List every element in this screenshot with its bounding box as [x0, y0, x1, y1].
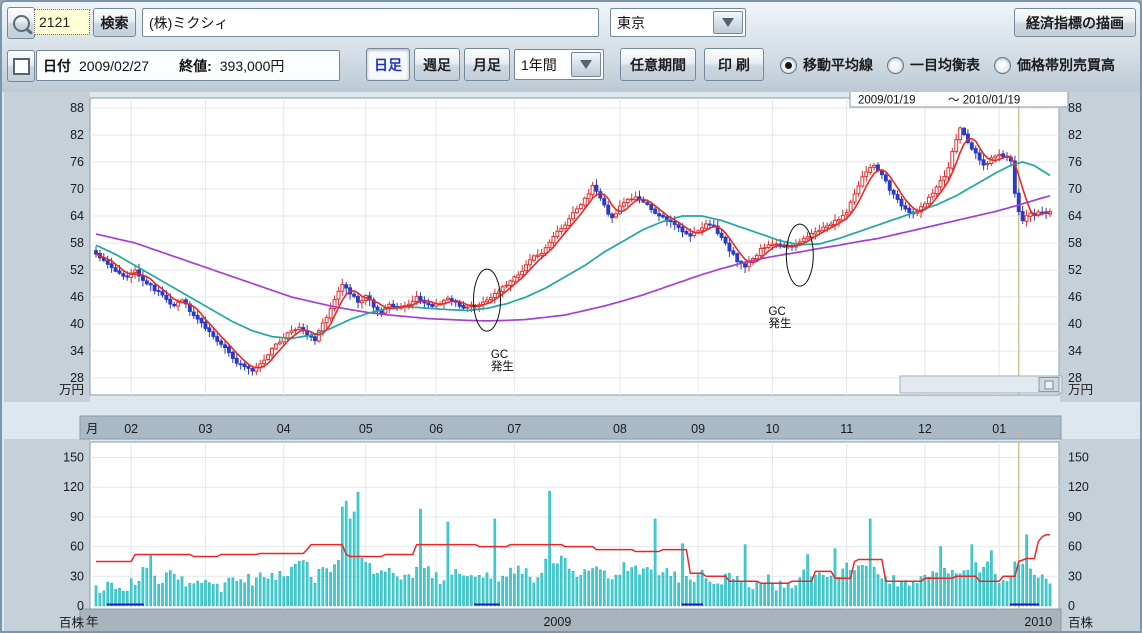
date-value: 2009/02/27 — [79, 58, 149, 74]
svg-text:90: 90 — [70, 510, 84, 524]
custom-period-button[interactable]: 任意期間 — [620, 48, 696, 81]
company-name-input[interactable] — [149, 15, 592, 31]
svg-text:05: 05 — [359, 422, 373, 436]
toolbar: 検索 東京 経済指標の描画 日付 2009/02/27 終値: 393,000円… — [2, 2, 1140, 93]
range-selected-value: 1年間 — [521, 55, 557, 75]
close-label: 終値: — [179, 56, 212, 76]
chevron-down-icon — [580, 60, 592, 69]
radio-moving-average[interactable] — [780, 57, 797, 74]
svg-text:52: 52 — [70, 263, 84, 277]
print-button[interactable]: 印 刷 — [704, 48, 764, 81]
svg-text:88: 88 — [70, 101, 84, 115]
market-selected-value: 東京 — [617, 13, 645, 33]
draw-econ-indicator-button[interactable]: 経済指標の描画 — [1014, 8, 1136, 37]
svg-text:58: 58 — [1068, 236, 1082, 250]
svg-text:～ 2010/01/19: ～ 2010/01/19 — [948, 95, 1020, 107]
svg-text:40: 40 — [1068, 317, 1082, 331]
svg-text:76: 76 — [1068, 155, 1082, 169]
svg-text:04: 04 — [277, 422, 291, 436]
svg-text:2009: 2009 — [543, 615, 571, 629]
quote-info-panel: 日付 2009/02/27 終値: 393,000円 — [36, 50, 340, 81]
svg-text:0: 0 — [77, 599, 84, 613]
svg-text:月: 月 — [86, 422, 99, 436]
square-icon — [13, 58, 30, 75]
svg-text:01: 01 — [992, 422, 1006, 436]
svg-text:百株: 百株 — [1068, 615, 1094, 630]
search-icon-button[interactable] — [7, 7, 35, 39]
svg-text:64: 64 — [1068, 209, 1082, 223]
chart-canvas[interactable]: GC発生GC発生2009/01/19～ 2010/01/198888828276… — [2, 92, 1140, 631]
svg-text:34: 34 — [70, 344, 84, 358]
close-value: 393,000円 — [220, 56, 285, 76]
radio-price-band-volume-label: 価格帯別売買高 — [1017, 55, 1115, 75]
svg-text:70: 70 — [1068, 182, 1082, 196]
svg-text:46: 46 — [70, 290, 84, 304]
radio-moving-average-label: 移動平均線 — [803, 55, 873, 75]
svg-text:発生: 発生 — [769, 316, 792, 330]
svg-text:12: 12 — [918, 422, 932, 436]
period-monthly-button[interactable]: 月足 — [464, 48, 510, 81]
svg-text:10: 10 — [765, 422, 779, 436]
window-mode-button[interactable] — [7, 50, 35, 82]
search-button[interactable]: 検索 — [93, 8, 136, 37]
chevron-down-icon — [722, 18, 734, 27]
svg-text:120: 120 — [1068, 480, 1089, 494]
stock-code-input[interactable] — [34, 9, 90, 35]
svg-text:年: 年 — [86, 615, 99, 629]
range-dropdown-button[interactable] — [571, 52, 601, 77]
stock-chart-window: 検索 東京 経済指標の描画 日付 2009/02/27 終値: 393,000円… — [0, 0, 1142, 633]
svg-text:07: 07 — [507, 422, 521, 436]
market-select[interactable]: 東京 — [610, 8, 746, 37]
svg-text:03: 03 — [199, 422, 213, 436]
svg-text:150: 150 — [63, 451, 84, 465]
date-range-box: 2009/01/19 ～ 2010/01/19 — [850, 92, 1068, 107]
market-dropdown-button[interactable] — [713, 11, 743, 34]
svg-text:11: 11 — [840, 422, 853, 436]
svg-text:120: 120 — [63, 480, 84, 494]
radio-ichimoku-label: 一目均衡表 — [910, 55, 980, 75]
company-name-field[interactable] — [142, 8, 599, 37]
svg-text:52: 52 — [1068, 263, 1082, 277]
svg-text:40: 40 — [70, 317, 84, 331]
svg-text:万円: 万円 — [1068, 383, 1093, 397]
svg-text:0: 0 — [1068, 599, 1075, 613]
svg-text:2009/01/19: 2009/01/19 — [858, 95, 916, 107]
svg-text:60: 60 — [1068, 540, 1082, 554]
svg-text:64: 64 — [70, 209, 84, 223]
svg-text:70: 70 — [70, 182, 84, 196]
svg-text:09: 09 — [691, 422, 705, 436]
svg-text:30: 30 — [70, 569, 84, 583]
svg-text:90: 90 — [1068, 510, 1082, 524]
svg-text:百株: 百株 — [59, 615, 85, 630]
chart-area[interactable]: GC発生GC発生2009/01/19～ 2010/01/198888828276… — [2, 92, 1140, 631]
period-weekly-button[interactable]: 週足 — [414, 48, 460, 81]
svg-text:82: 82 — [70, 128, 84, 142]
radio-ichimoku[interactable] — [887, 57, 904, 74]
svg-text:150: 150 — [1068, 451, 1089, 465]
svg-text:60: 60 — [70, 540, 84, 554]
svg-text:06: 06 — [429, 422, 443, 436]
svg-text:発生: 発生 — [491, 359, 514, 373]
svg-text:02: 02 — [124, 422, 138, 436]
svg-text:08: 08 — [613, 422, 627, 436]
svg-text:88: 88 — [1068, 101, 1082, 115]
svg-text:万円: 万円 — [59, 383, 84, 397]
svg-text:2010: 2010 — [1024, 615, 1052, 629]
chart-background — [2, 92, 1140, 631]
svg-text:34: 34 — [1068, 344, 1082, 358]
period-daily-button[interactable]: 日足 — [366, 48, 410, 81]
svg-text:GC: GC — [491, 349, 508, 361]
overlay-radio-group: 移動平均線 一目均衡表 価格帯別売買高 — [780, 55, 1115, 75]
radio-price-band-volume[interactable] — [994, 57, 1011, 74]
svg-text:46: 46 — [1068, 290, 1082, 304]
range-select[interactable]: 1年間 — [514, 49, 604, 80]
svg-text:76: 76 — [70, 155, 84, 169]
date-label: 日付 — [43, 56, 71, 76]
svg-text:82: 82 — [1068, 128, 1082, 142]
chart-scrollbar[interactable] — [900, 376, 1062, 393]
svg-text:58: 58 — [70, 236, 84, 250]
svg-text:GC: GC — [769, 306, 786, 318]
svg-text:30: 30 — [1068, 569, 1082, 583]
search-icon — [13, 15, 30, 32]
